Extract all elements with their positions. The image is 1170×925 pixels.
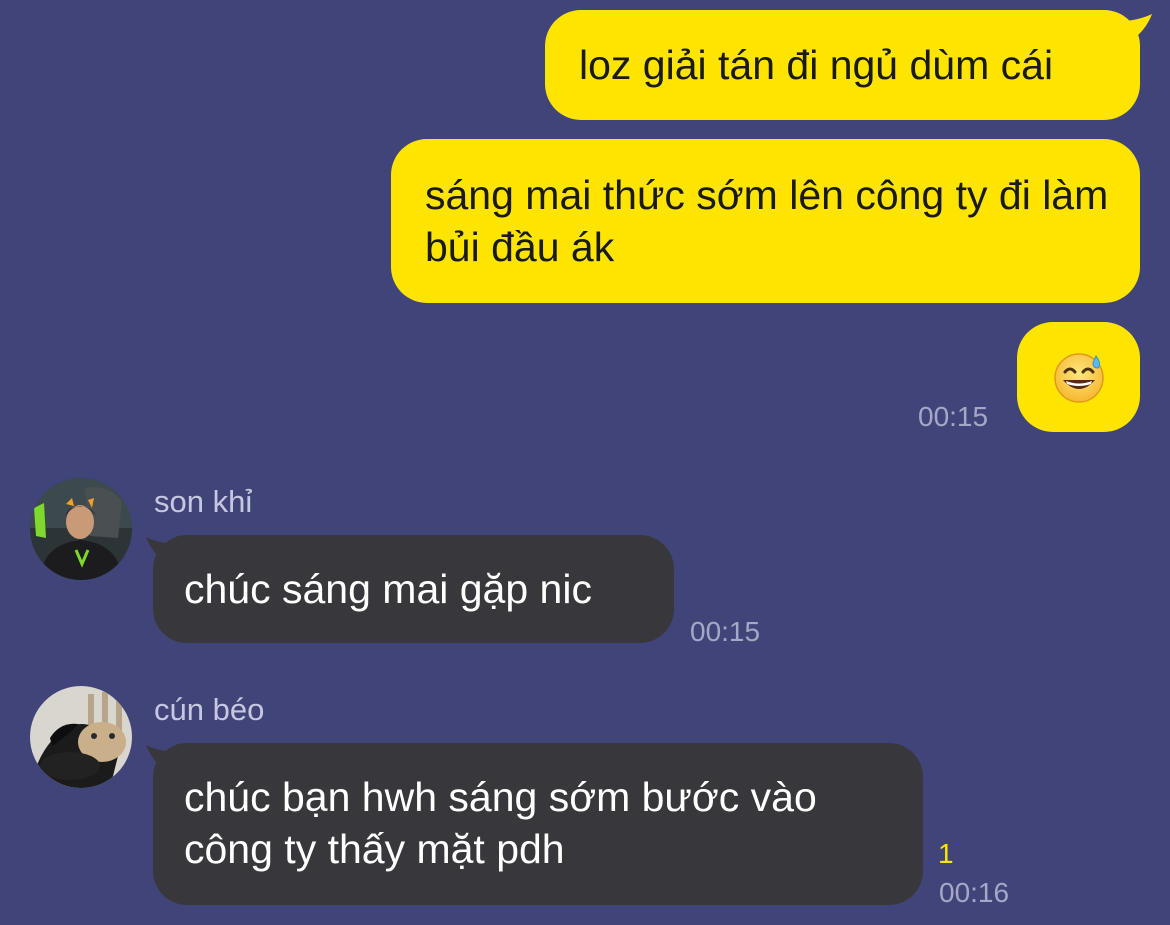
message-text: chúc bạn hwh sáng sớm bước vào công ty t… [184, 774, 817, 872]
incoming-message[interactable]: chúc bạn hwh sáng sớm bước vào công ty t… [153, 743, 923, 905]
message-text: loz giải tán đi ngủ dùm cái [579, 42, 1054, 88]
unread-count: 1 [938, 838, 954, 869]
avatar[interactable] [30, 478, 132, 580]
avatar[interactable] [30, 686, 132, 788]
sender-name: cún béo [154, 692, 265, 727]
sender-name: son khỉ [154, 484, 253, 519]
timestamp: 00:16 [939, 877, 1010, 908]
message-text: chúc sáng mai gặp nic [184, 566, 592, 612]
incoming-message[interactable]: chúc sáng mai gặp nic [153, 535, 674, 643]
outgoing-message[interactable]: sáng mai thức sớm lên công ty đi làm bủi… [391, 139, 1140, 303]
outgoing-emoji-message[interactable] [1017, 322, 1140, 432]
grinning-face-with-sweat-icon [1054, 353, 1104, 403]
timestamp: 00:15 [690, 616, 761, 647]
bubble-tail [1118, 14, 1152, 40]
outgoing-message[interactable]: loz giải tán đi ngủ dùm cái [545, 10, 1140, 120]
message-text: sáng mai thức sớm lên công ty đi làm bủi… [425, 172, 1109, 270]
timestamp: 00:15 [918, 401, 989, 432]
